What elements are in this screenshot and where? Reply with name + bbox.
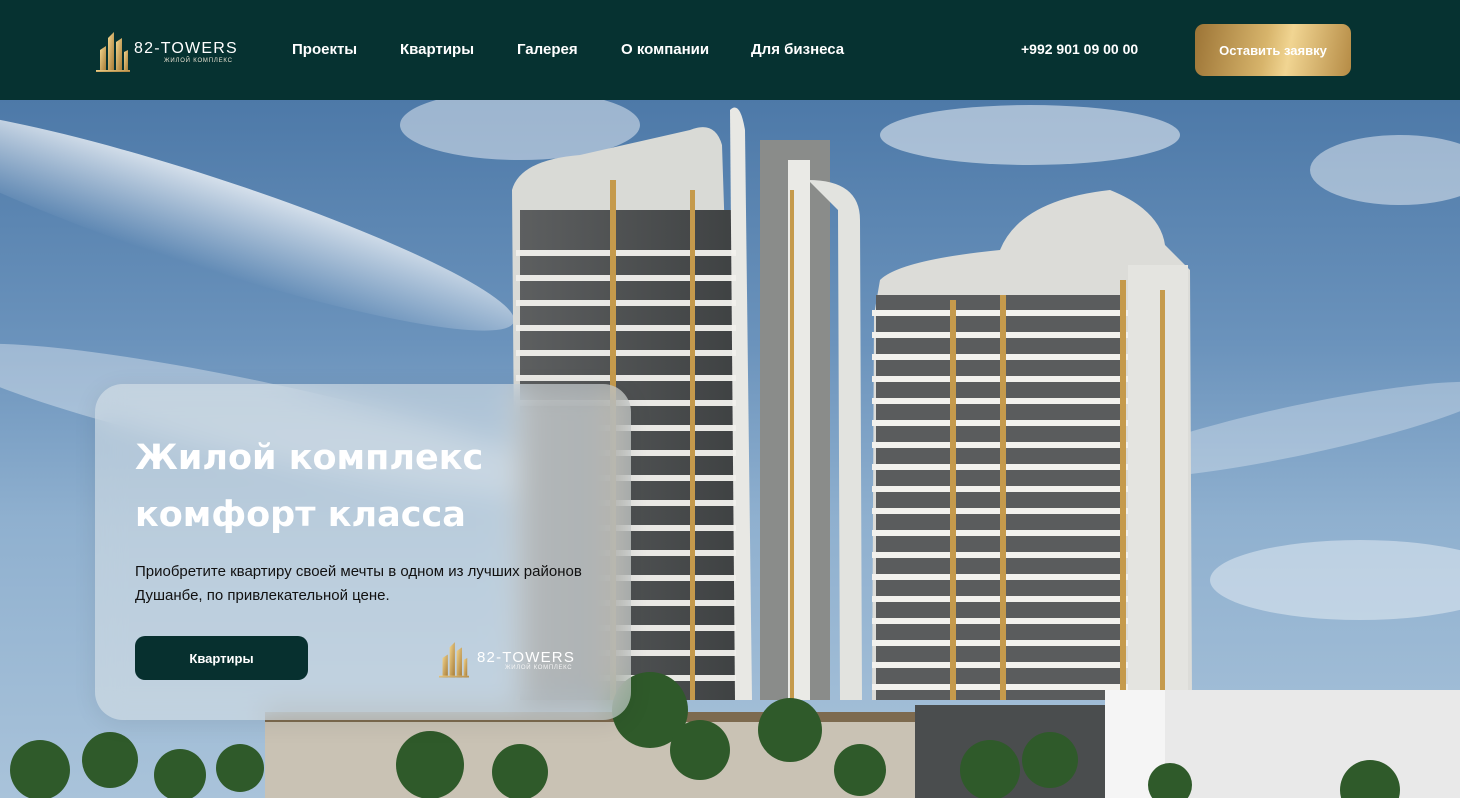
site-header: 82-TOWERS ЖИЛОЙ КОМПЛЕКС Проекты Квартир… <box>0 0 1460 100</box>
nav-item-apartments[interactable]: Квартиры <box>400 41 474 58</box>
nav-item-business[interactable]: Для бизнеса <box>751 41 844 58</box>
hero-description: Приобретите квартиру своей мечты в одном… <box>135 563 582 604</box>
request-button[interactable]: Оставить заявку <box>1195 24 1351 76</box>
hero-title-line-1: Жилой комплекс <box>135 438 484 478</box>
phone-number[interactable]: +992 901 09 00 00 <box>1021 41 1138 57</box>
logo-tagline: ЖИЛОЙ КОМПЛЕКС <box>164 58 233 64</box>
hero-title: Жилой комплекс комфорт класса <box>135 430 575 544</box>
nav-item-projects[interactable]: Проекты <box>292 41 357 58</box>
right-tower <box>872 190 1192 700</box>
card-logo-brand: 82-TOWERS <box>477 649 576 666</box>
nav-item-about[interactable]: О компании <box>621 41 709 58</box>
site-logo[interactable]: 82-TOWERS ЖИЛОЙ КОМПЛЕКС <box>96 28 256 74</box>
hero-card: Жилой комплекс комфорт класса Приобретит… <box>95 384 631 720</box>
card-logo: 82-TOWERS ЖИЛОЙ КОМПЛЕКС <box>439 638 609 680</box>
logo-brand: 82-TOWERS <box>134 40 238 57</box>
towers-logo-icon <box>439 642 469 678</box>
hero-title-line-2: комфорт класса <box>135 495 466 535</box>
towers-logo-icon <box>96 32 130 72</box>
nav-item-gallery[interactable]: Галерея <box>517 41 578 58</box>
apartments-button[interactable]: Квартиры <box>135 636 308 680</box>
card-logo-tagline: ЖИЛОЙ КОМПЛЕКС <box>505 665 573 671</box>
hero-section: Жилой комплекс комфорт класса Приобретит… <box>0 100 1460 798</box>
